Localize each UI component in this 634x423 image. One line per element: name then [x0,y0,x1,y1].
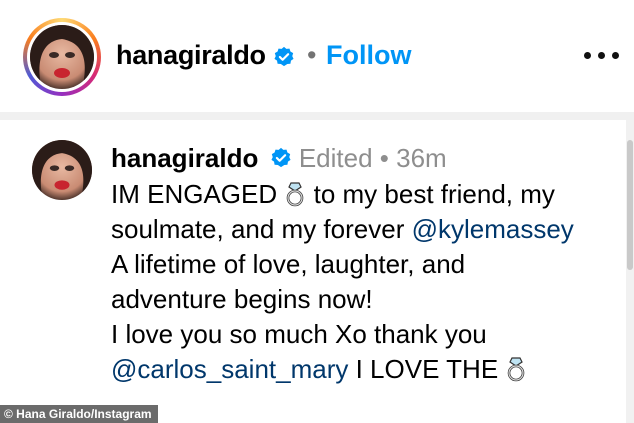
comment-timestamp: 36m [396,143,447,173]
meta-separator: • [379,143,389,173]
comment-text-line1-rest: to my best friend, my [313,179,555,209]
mention-carlos-saint-mary[interactable]: @carlos_saint_mary [111,354,348,384]
follow-button[interactable]: Follow [326,40,411,71]
post-header: hanagiraldo • Follow [0,0,634,112]
header-separator: • [307,40,317,70]
comment-line-2: soulmate, and my forever @kylemassey [111,214,574,244]
avatar-portrait [30,25,94,89]
comment-line-5: I love you so much Xo thank you [111,319,487,349]
section-divider [0,112,634,120]
comment-verified-badge-icon [271,147,291,168]
photo-credit: © Hana Giraldo/Instagram [0,405,158,423]
comment-line-3: A lifetime of love, laughter, and [111,249,466,279]
comment-username[interactable]: hanagiraldo [111,143,258,173]
mention-kylemassey[interactable]: @kylemassey [412,214,574,244]
comment-line-1: IM ENGAGED to my best friend, my [111,179,555,209]
comment-meta-line: hanagiraldo Edited • 36m [111,143,447,173]
story-avatar[interactable] [23,18,101,96]
ring-icon-2 [508,357,525,382]
more-options-icon[interactable] [584,52,620,62]
comment-avatar-portrait [32,140,92,200]
comment-text-engaged: IM ENGAGED [111,179,278,209]
comment-line-4: adventure begins now! [111,284,373,314]
comment-line-6: @carlos_saint_mary I LOVE THE [111,354,527,384]
verified-badge-icon [274,46,294,67]
avatar-image [30,25,94,89]
header-username[interactable]: hanagiraldo [116,40,266,71]
comment-text-line2: soulmate, and my forever [111,214,405,244]
comment-avatar[interactable] [32,140,92,200]
avatar-border [27,22,97,92]
edited-label: Edited [298,143,373,173]
scrollbar-thumb[interactable] [627,140,633,270]
comment-text-line6: I LOVE THE [355,354,499,384]
ring-icon [287,182,304,207]
